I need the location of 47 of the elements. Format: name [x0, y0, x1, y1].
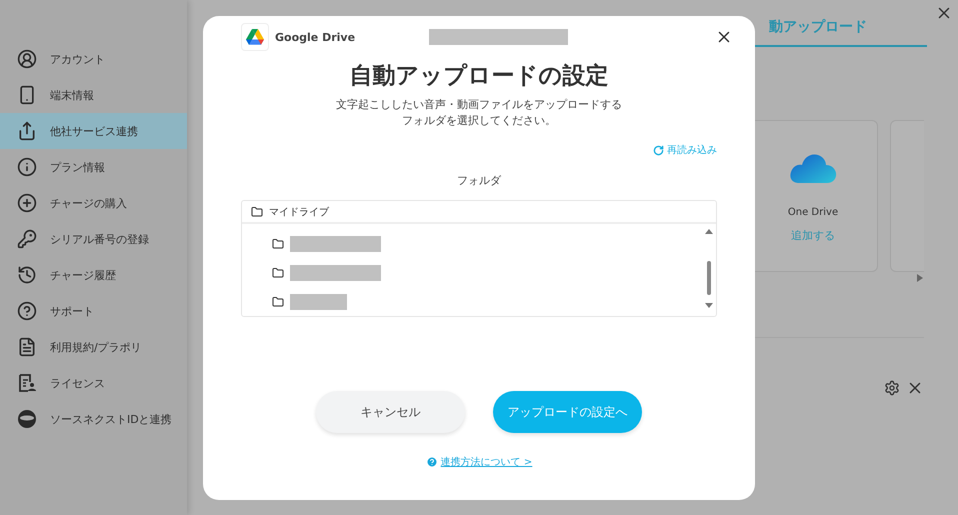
help-icon: [16, 301, 38, 321]
sidebar-label: 利用規約/プラポリ: [50, 340, 142, 354]
sidebar-label: アカウント: [50, 52, 105, 66]
sidebar-item[interactable]: アカウント: [0, 41, 187, 77]
sidebar-item[interactable]: チャージ履歴: [0, 257, 187, 293]
sidebar-label: 端末情報: [50, 88, 94, 102]
history-icon: [16, 265, 38, 285]
sidebar-item[interactable]: チャージの購入: [0, 185, 187, 221]
license-icon: [16, 373, 38, 393]
user-icon: [16, 49, 38, 69]
sidebar-label: プラン情報: [50, 160, 105, 174]
key-icon: [16, 229, 38, 249]
sidebar-label: ライセンス: [50, 376, 105, 390]
sidebar-item[interactable]: ソースネクストIDと連携: [0, 401, 187, 437]
cancel-button[interactable]: キャンセル: [316, 391, 465, 433]
drive-logo-icon: [241, 23, 269, 51]
sidebar-item[interactable]: 利用規約/プラポリ: [0, 329, 187, 365]
sidebar-label: チャージ履歴: [50, 268, 116, 282]
folder-label: フォルダ: [456, 173, 502, 188]
sidebar-label: 他社サービス連携: [50, 124, 138, 138]
sidebar-item[interactable]: シリアル番号の登録: [0, 221, 187, 257]
sidebar-label: シリアル番号の登録: [50, 232, 149, 246]
sidebar-item[interactable]: 他社サービス連携: [0, 113, 187, 149]
dialog-title: 自動アップロードの設定: [348, 62, 610, 91]
folder-icon[interactable]: [272, 296, 284, 308]
redaction-bar: [290, 294, 347, 310]
folder-item[interactable]: マイドライブ: [242, 201, 716, 224]
disc-icon: [16, 409, 38, 429]
sidebar-label: サポート: [50, 304, 94, 318]
help-icon: [426, 456, 438, 468]
sidebar-item[interactable]: プラン情報: [0, 149, 187, 185]
sidebar-label: ソースネクストIDと連携: [50, 412, 172, 426]
dialog-description: 文字起こししたい音声・動画ファイルをアップロードする フォルダを選択してください。: [335, 97, 623, 129]
service-name: Google Drive: [275, 30, 356, 44]
sidebar-label: チャージの購入: [50, 196, 127, 210]
sidebar-item[interactable]: 端末情報: [0, 77, 187, 113]
plus-icon: [16, 193, 38, 213]
info-icon: [16, 157, 38, 177]
reload-icon: [653, 144, 664, 156]
sidebar-item[interactable]: ライセンス: [0, 365, 187, 401]
folder-icon[interactable]: [272, 238, 284, 250]
folder-icon[interactable]: [272, 266, 284, 278]
sidebar-item[interactable]: サポート: [0, 293, 187, 329]
settings-icon[interactable]: [884, 380, 900, 396]
card-title: One Drive: [788, 207, 838, 218]
folder-icon: [251, 206, 263, 218]
next-arrow-icon[interactable]: [916, 274, 924, 282]
